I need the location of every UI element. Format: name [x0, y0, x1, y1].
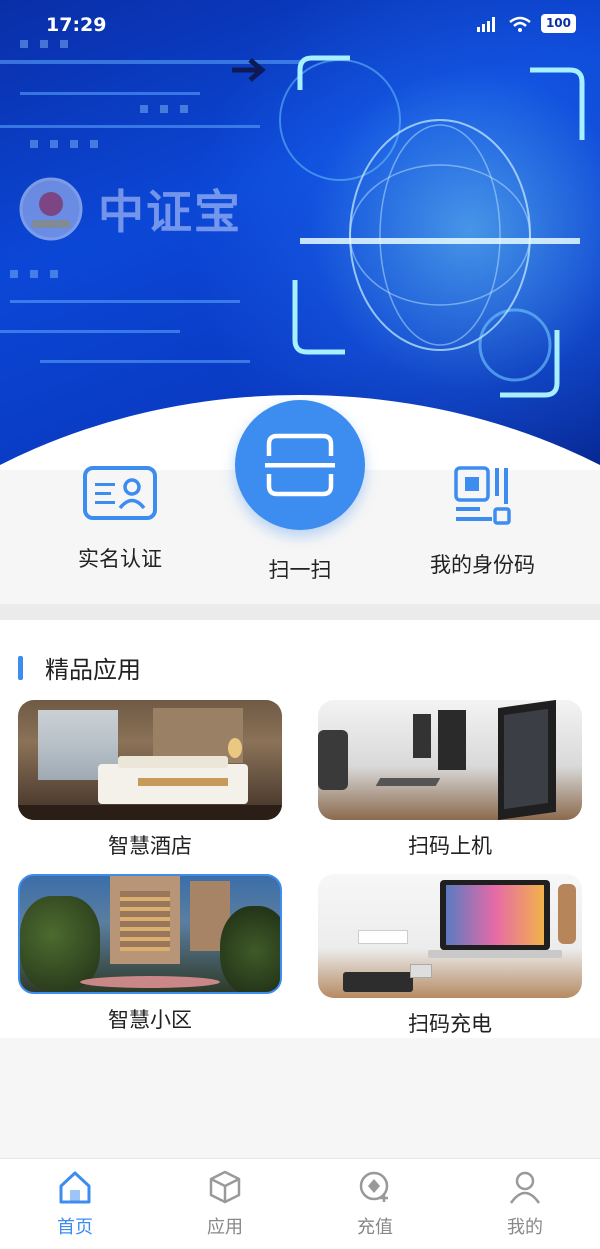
brand-logo: 中证宝 — [18, 176, 242, 242]
recharge-icon — [359, 1171, 389, 1202]
signal-icon — [476, 16, 495, 32]
laptop-charging-photo — [318, 874, 582, 998]
tab-home[interactable]: 首页 — [0, 1159, 150, 1249]
scan-circle[interactable] — [235, 400, 365, 530]
wifi-icon — [509, 16, 531, 32]
residential-community-photo — [18, 874, 282, 994]
id-card-icon — [83, 466, 157, 520]
app-card-scan-computer[interactable]: 扫码上机 — [318, 700, 582, 860]
tab-apps[interactable]: 应用 — [150, 1159, 300, 1249]
tab-mine[interactable]: 我的 — [450, 1159, 600, 1249]
status-bar: 17:29 100 — [0, 0, 600, 50]
quick-actions: 实名认证 扫一扫 我的身份码 — [0, 400, 600, 600]
tab-label: 应用 — [207, 1217, 243, 1238]
tab-label: 首页 — [57, 1217, 93, 1238]
real-name-auth-button[interactable]: 实名认证 — [70, 465, 170, 573]
scan-label: 扫一扫 — [268, 558, 332, 582]
app-card-smart-community[interactable]: 智慧小区 — [18, 874, 282, 1034]
brand-name: 中证宝 — [98, 185, 242, 239]
hotel-room-photo — [18, 700, 282, 820]
title-accent-bar — [18, 655, 23, 680]
scan-button[interactable]: 扫一扫 — [235, 400, 365, 584]
computer-lab-photo — [318, 700, 582, 820]
cube-icon — [209, 1170, 241, 1204]
tab-recharge[interactable]: 充值 — [300, 1159, 450, 1249]
police-emblem-icon — [19, 177, 83, 241]
battery-indicator: 100 — [540, 14, 576, 33]
app-card-smart-hotel[interactable]: 智慧酒店 — [18, 700, 282, 860]
app-card-label: 智慧酒店 — [108, 834, 192, 858]
qr-code-icon — [453, 466, 511, 525]
home-icon — [59, 1171, 91, 1204]
my-id-code-button[interactable]: 我的身份码 — [420, 465, 545, 579]
scan-icon — [265, 433, 335, 497]
status-time: 17:29 — [46, 14, 107, 36]
status-icons: 100 — [476, 14, 576, 33]
premium-apps-section: 精品应用 智慧酒店 扫码上机 智慧小区 扫码充电 — [0, 620, 600, 1038]
tab-label: 充值 — [357, 1217, 393, 1238]
tab-label: 我的 — [507, 1217, 543, 1238]
app-card-label: 智慧小区 — [108, 1008, 192, 1032]
app-card-scan-charge[interactable]: 扫码充电 — [318, 874, 582, 1038]
bottom-tab-bar: 首页 应用 充值 我的 — [0, 1158, 600, 1249]
app-card-label: 扫码充电 — [408, 1012, 492, 1036]
user-icon — [509, 1171, 541, 1204]
real-name-auth-label: 实名认证 — [78, 547, 162, 571]
my-id-code-label: 我的身份码 — [430, 553, 535, 577]
app-card-label: 扫码上机 — [408, 834, 492, 858]
section-title: 精品应用 — [18, 650, 141, 685]
home-screen: 17:29 100 中证宝 实名认证 扫一扫 我的身份码 精品应用 智慧酒店 扫… — [0, 0, 600, 1249]
section-title-text: 精品应用 — [45, 656, 141, 684]
section-divider — [0, 604, 600, 620]
